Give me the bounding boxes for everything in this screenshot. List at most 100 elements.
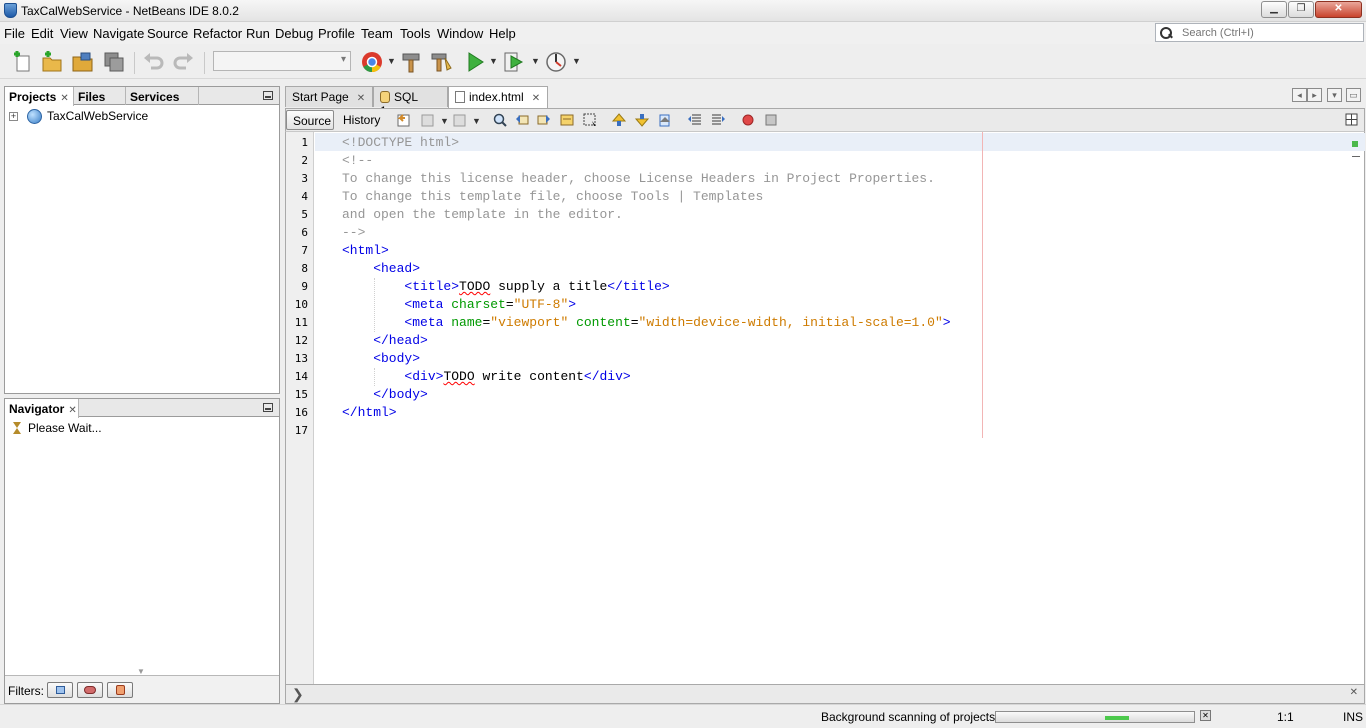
menu-edit[interactable]: Edit bbox=[31, 26, 53, 41]
lock-icon bbox=[116, 685, 125, 695]
tree-item-project[interactable]: + TaxCalWebService bbox=[5, 107, 275, 125]
menu-profile[interactable]: Profile bbox=[318, 26, 355, 41]
show-opened-documents-icon[interactable]: ▾ bbox=[1327, 88, 1342, 102]
tab-navigator-label: Navigator bbox=[9, 402, 65, 416]
line-number: 7 bbox=[301, 244, 308, 257]
previous-bookmark-icon[interactable] bbox=[611, 112, 627, 128]
tab-projects[interactable]: Projects ✕ bbox=[5, 87, 74, 106]
run-icon[interactable] bbox=[463, 50, 487, 74]
close-output-icon[interactable]: ✕ bbox=[1350, 687, 1358, 698]
run-dropdown-arrow[interactable]: ▼ bbox=[489, 56, 498, 66]
shift-line-right-icon[interactable] bbox=[710, 112, 726, 128]
menu-file[interactable]: File bbox=[4, 26, 25, 41]
code-line: </head> bbox=[342, 333, 428, 348]
menu-help[interactable]: Help bbox=[489, 26, 516, 41]
source-view-button[interactable]: Source bbox=[286, 110, 334, 130]
find-previous-icon[interactable] bbox=[514, 112, 530, 128]
project-configuration-select[interactable] bbox=[213, 51, 351, 71]
menu-team[interactable]: Team bbox=[361, 26, 393, 41]
toggle-highlight-icon[interactable] bbox=[559, 112, 575, 128]
close-button[interactable]: ✕ bbox=[1315, 1, 1362, 18]
code-line-div: <div>TODO write content</div> bbox=[404, 369, 631, 384]
minimize-button[interactable]: ▁ bbox=[1261, 1, 1287, 18]
history-view-button[interactable]: History bbox=[337, 110, 387, 130]
profile-icon[interactable] bbox=[544, 50, 568, 74]
code-line-meta-charset: <meta charset="UTF-8"> bbox=[404, 297, 577, 312]
debug-icon[interactable] bbox=[502, 50, 526, 74]
back-icon[interactable] bbox=[420, 112, 436, 128]
open-project-icon[interactable] bbox=[71, 50, 95, 74]
tab-services[interactable]: Services bbox=[126, 87, 199, 105]
tab-navigator[interactable]: Navigator ✕ bbox=[5, 399, 79, 418]
tab-start-page[interactable]: Start Page ✕ bbox=[285, 86, 373, 107]
menu-window[interactable]: Window bbox=[437, 26, 483, 41]
menu-refactor[interactable]: Refactor bbox=[193, 26, 242, 41]
no-errors-indicator-icon[interactable] bbox=[1352, 141, 1358, 147]
menu-run[interactable]: Run bbox=[246, 26, 270, 41]
maximize-window-icon[interactable]: ▭ bbox=[1346, 88, 1361, 102]
quick-search-box[interactable] bbox=[1155, 23, 1364, 42]
tab-sql-1[interactable]: SQL 1✕ bbox=[373, 86, 448, 118]
menu-tools[interactable]: Tools bbox=[400, 26, 430, 41]
redo-icon[interactable] bbox=[172, 50, 196, 74]
filter-fields-button[interactable] bbox=[47, 682, 73, 698]
shift-line-left-icon[interactable] bbox=[687, 112, 703, 128]
save-all-icon[interactable] bbox=[102, 50, 126, 74]
browser-dropdown-arrow[interactable]: ▼ bbox=[387, 56, 396, 66]
last-edit-icon[interactable] bbox=[396, 112, 412, 128]
project-name: TaxCalWebService bbox=[47, 109, 149, 123]
new-project-icon[interactable] bbox=[40, 50, 64, 74]
line-number-gutter[interactable]: 1 2 3 4 5 6 7 8 9 10 11 12 13 14 15 16 1… bbox=[286, 132, 314, 684]
line-number: 8 bbox=[301, 262, 308, 275]
filter-inherited-button[interactable] bbox=[77, 682, 103, 698]
tab-index-html[interactable]: index.html ✕ bbox=[448, 86, 548, 108]
toggle-bookmark-icon[interactable] bbox=[657, 112, 673, 128]
close-tab-icon[interactable]: ✕ bbox=[60, 93, 68, 104]
toggle-rectangular-selection-icon[interactable] bbox=[582, 112, 598, 128]
new-file-icon[interactable] bbox=[10, 50, 34, 74]
start-macro-recording-icon[interactable] bbox=[740, 112, 756, 128]
close-tab-icon[interactable]: ✕ bbox=[532, 93, 540, 104]
search-icon[interactable] bbox=[1159, 26, 1175, 40]
menu-source[interactable]: Source bbox=[147, 26, 188, 41]
current-line-highlight bbox=[315, 133, 1365, 151]
next-bookmark-icon[interactable] bbox=[634, 112, 650, 128]
back-dropdown-arrow[interactable]: ▼ bbox=[440, 116, 449, 126]
menu-navigate[interactable]: Navigate bbox=[93, 26, 144, 41]
forward-dropdown-arrow[interactable]: ▼ bbox=[472, 116, 481, 126]
menu-view[interactable]: View bbox=[60, 26, 88, 41]
minimize-panel-icon[interactable] bbox=[263, 91, 273, 100]
maximize-button[interactable]: ❐ bbox=[1288, 1, 1314, 18]
insert-mode: INS bbox=[1343, 710, 1364, 724]
menu-debug[interactable]: Debug bbox=[275, 26, 313, 41]
expand-output-icon[interactable]: ❯ bbox=[292, 686, 304, 703]
line-number: 6 bbox=[301, 226, 308, 239]
search-input[interactable] bbox=[1182, 25, 1360, 40]
background-task-text: Background scanning of projects... bbox=[821, 710, 1006, 724]
browser-chrome-icon[interactable] bbox=[360, 50, 384, 74]
clean-build-icon[interactable] bbox=[430, 50, 454, 74]
cancel-task-icon[interactable]: ✕ bbox=[1200, 710, 1211, 721]
close-tab-icon[interactable]: ✕ bbox=[68, 405, 76, 416]
code-editor[interactable]: 1 2 3 4 5 6 7 8 9 10 11 12 13 14 15 16 1… bbox=[285, 132, 1365, 684]
minimize-panel-icon[interactable] bbox=[263, 403, 273, 412]
status-bar: Background scanning of projects... ✕ 1:1… bbox=[0, 704, 1366, 728]
tab-files[interactable]: Files bbox=[74, 87, 126, 105]
code-line: and open the template in the editor. bbox=[342, 207, 623, 222]
scroll-tabs-right-icon[interactable]: ▸ bbox=[1307, 88, 1322, 102]
split-editor-icon[interactable] bbox=[1344, 112, 1360, 128]
undo-icon[interactable] bbox=[141, 50, 165, 74]
editor-tab-strip: Start Page ✕ SQL 1✕ index.html ✕ ◂ ▸ ▾ ▭ bbox=[285, 86, 1365, 118]
debug-dropdown-arrow[interactable]: ▼ bbox=[531, 56, 540, 66]
close-tab-icon[interactable]: ✕ bbox=[357, 93, 365, 104]
stop-macro-recording-icon[interactable] bbox=[763, 112, 779, 128]
build-hammer-icon[interactable] bbox=[400, 50, 424, 74]
find-selection-icon[interactable] bbox=[492, 112, 508, 128]
forward-icon[interactable] bbox=[452, 112, 468, 128]
scroll-tabs-left-icon[interactable]: ◂ bbox=[1292, 88, 1307, 102]
filter-private-button[interactable] bbox=[107, 682, 133, 698]
expand-icon[interactable]: + bbox=[9, 112, 18, 121]
code-line: <head> bbox=[342, 261, 421, 276]
profile-dropdown-arrow[interactable]: ▼ bbox=[572, 56, 581, 66]
find-next-icon[interactable] bbox=[536, 112, 552, 128]
